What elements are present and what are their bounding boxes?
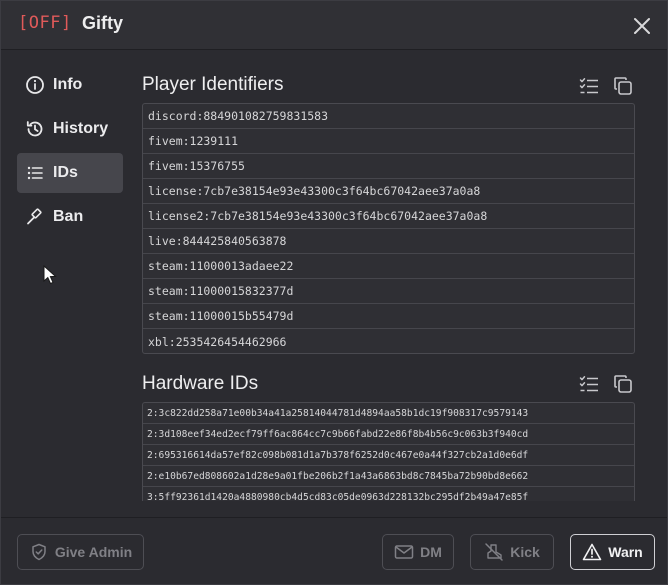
list-item: discord:884901082759831583 [143,104,634,129]
close-icon [634,18,650,34]
sidebar-item-history[interactable]: History [17,109,123,149]
shield-icon [29,542,49,562]
modal-footer: Give Admin DM Kick Warn [1,517,667,584]
checklist-icon[interactable] [578,75,600,97]
info-icon [25,75,45,95]
list-item: live:844425840563878 [143,229,634,254]
warning-icon [582,542,602,562]
sidebar-item-ids[interactable]: IDs [17,153,123,193]
list-item: 2:3d108eef34ed2ecf79ff6ac864cc7c9b66fabd… [143,424,634,445]
hardware-ids-title: Hardware IDs [142,373,259,394]
kick-button[interactable]: Kick [470,534,554,570]
sidebar-item-info[interactable]: Info [17,65,123,105]
kick-label: Kick [510,544,540,560]
give-admin-label: Give Admin [54,544,133,560]
list-item: license:7cb7e38154e93e43300c3f64bc67042a… [143,179,634,204]
copy-icon[interactable] [612,373,634,395]
sidebar-item-label: Ban [53,208,84,225]
dm-label: DM [420,544,442,560]
boot-off-icon [484,542,504,562]
sidebar-item-label: IDs [53,164,78,181]
close-button[interactable] [629,13,655,39]
list-item: 2:e10b67ed808602a1d28e9a01fbe206b2f1a43a… [143,466,634,487]
gavel-icon [25,207,45,227]
checklist-icon[interactable] [578,373,600,395]
give-admin-button[interactable]: Give Admin [17,534,144,570]
sidebar-item-ban[interactable]: Ban [17,197,123,237]
list-item: steam:11000015832377d [143,279,634,304]
list-icon [25,163,45,183]
player-name: Gifty [82,13,124,33]
list-item: 2:3c822dd258a71e00b34a41a25814044781d489… [143,403,634,424]
mouse-pointer-icon [43,264,57,290]
list-item: 3:5ff92361d1420a4880980cb4d5cd83c05de096… [143,487,634,502]
player-modal: [OFF] Gifty Info History IDs Ban Player … [0,0,668,585]
list-item: steam:11000013adaee22 [143,254,634,279]
sidebar-item-label: Info [53,76,83,93]
mail-icon [394,542,414,562]
list-item: fivem:15376755 [143,154,634,179]
history-icon [25,119,45,139]
sidebar: Info History IDs Ban [17,65,123,241]
list-item: license2:7cb7e38154e93e43300c3f64bc67042… [143,204,634,229]
warn-button[interactable]: Warn [570,534,655,570]
copy-icon[interactable] [612,75,634,97]
list-item: steam:11000015b55479d [143,304,634,329]
status-badge: [OFF] [18,13,72,33]
warn-label: Warn [608,544,643,560]
dm-button[interactable]: DM [382,534,454,570]
list-item: xbl:2535426454462966 [148,334,287,349]
player-identifiers-title: Player Identifiers [142,74,284,95]
list-item: 2:695316614da57ef82c098b081d1a7b378f6252… [143,445,634,466]
sidebar-item-label: History [53,120,109,137]
modal-header: [OFF] Gifty [1,1,667,50]
list-item: fivem:1239111 [143,129,634,154]
player-identifiers-list: discord:884901082759831583 fivem:1239111… [142,103,635,354]
hardware-ids-list: 2:3c822dd258a71e00b34a41a25814044781d489… [142,402,635,501]
